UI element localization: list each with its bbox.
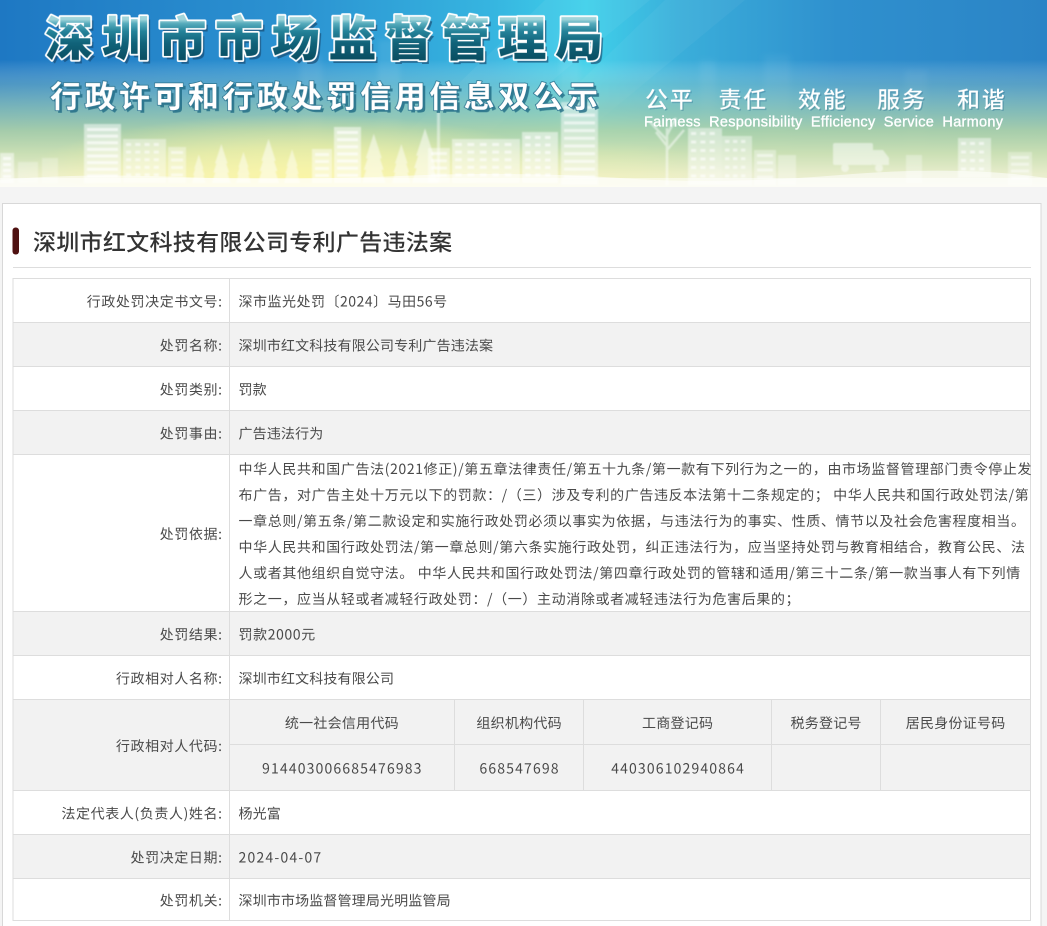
svg-text:Faimess Responsibility Efficie: Faimess Responsibility Efficiency Servic… bbox=[644, 115, 1004, 131]
